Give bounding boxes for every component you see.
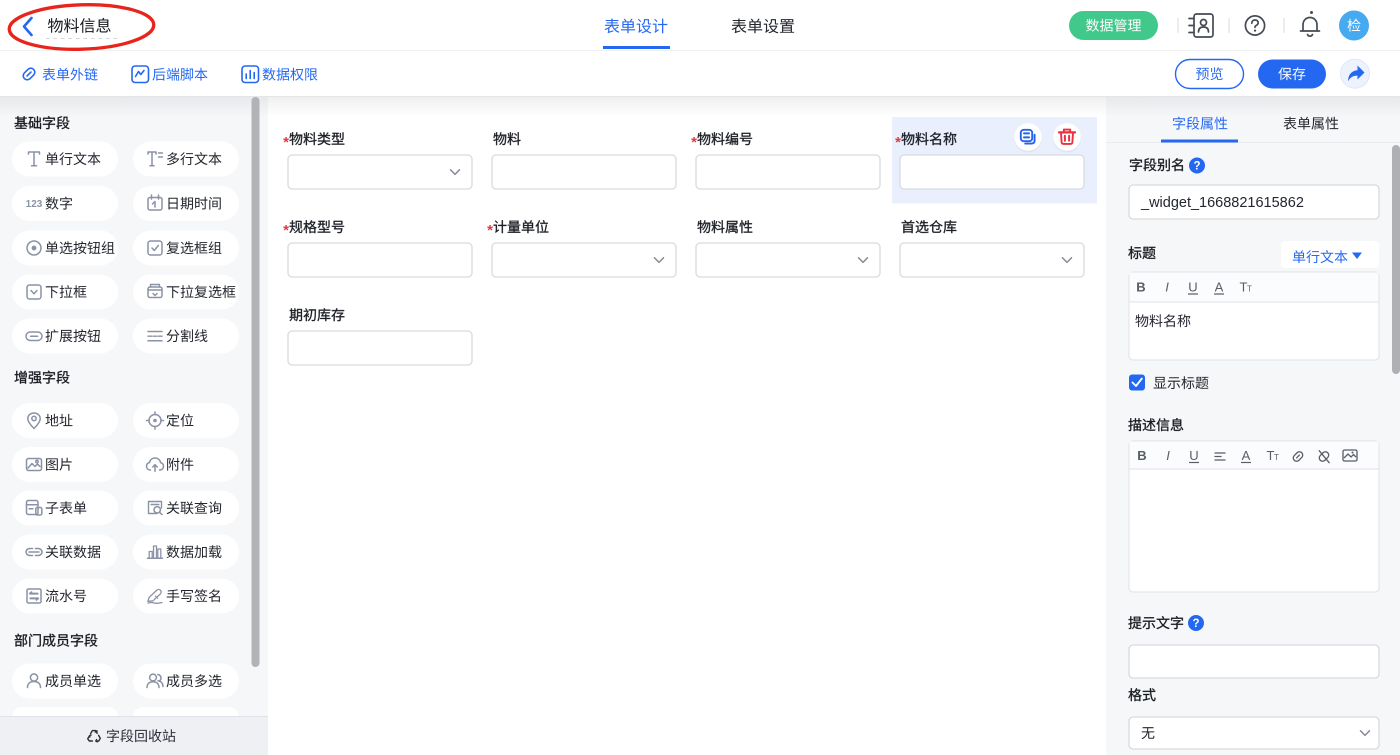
svg-text:123: 123 <box>26 199 43 210</box>
svg-text:_widget_1668821615862: _widget_1668821615862 <box>1140 195 1304 211</box>
svg-text:B: B <box>1136 280 1145 295</box>
svg-text:T: T <box>1274 453 1279 462</box>
svg-text:T: T <box>1247 285 1252 294</box>
svg-text:I: I <box>1166 448 1170 463</box>
svg-text:A: A <box>1242 448 1251 463</box>
svg-text:*: * <box>283 222 289 239</box>
svg-text:?: ? <box>1193 161 1200 173</box>
svg-text:*: * <box>283 134 289 151</box>
svg-text:B: B <box>1137 448 1146 463</box>
svg-text:*: * <box>487 222 493 239</box>
svg-text:?: ? <box>1192 618 1199 630</box>
svg-text:*: * <box>895 134 901 151</box>
svg-text:U: U <box>1188 280 1197 295</box>
svg-text:U: U <box>1189 448 1198 463</box>
svg-text:*: * <box>691 134 697 151</box>
svg-text:A: A <box>1215 280 1224 295</box>
svg-text:I: I <box>1165 280 1169 295</box>
